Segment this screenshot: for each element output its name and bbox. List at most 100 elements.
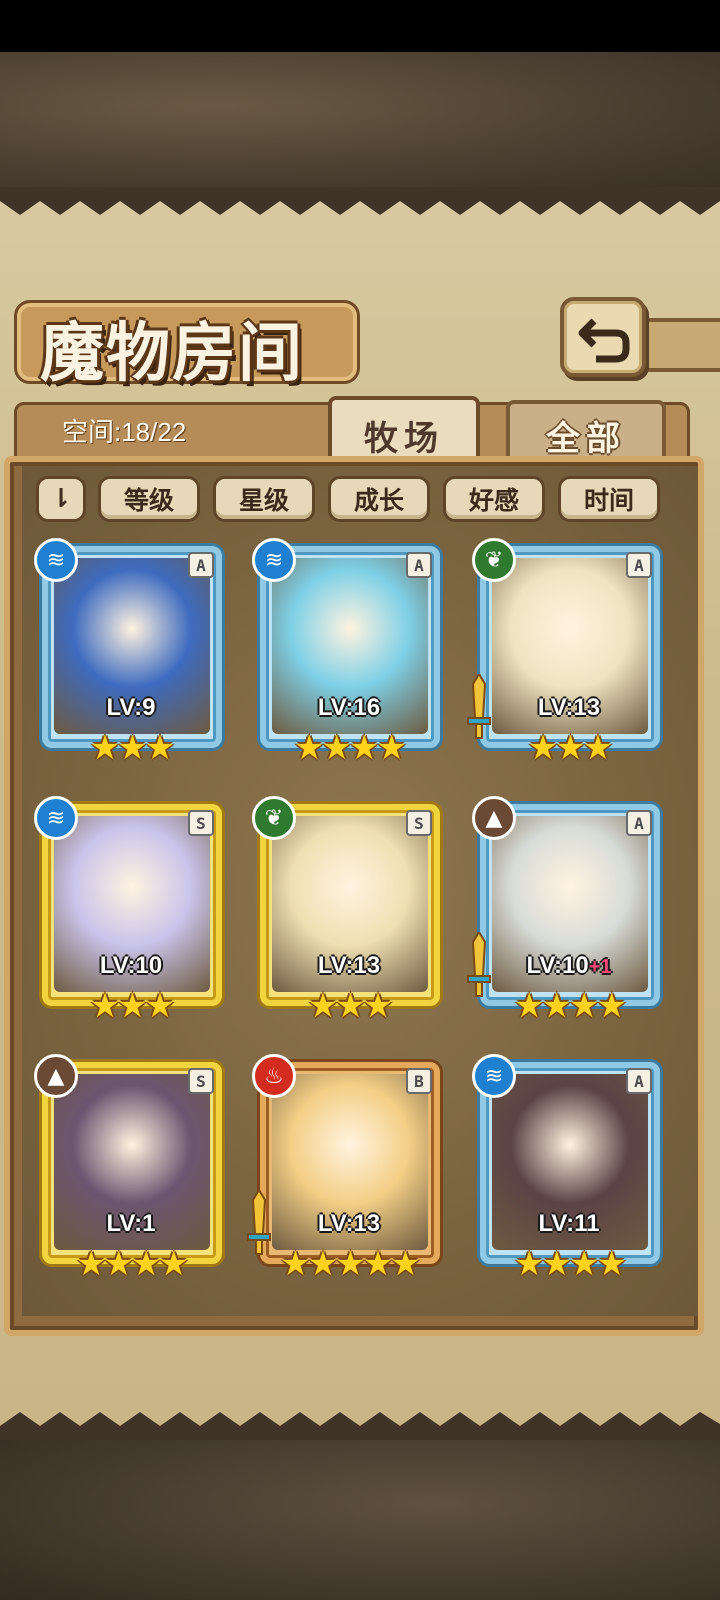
torn-edge-bottom — [0, 1412, 720, 1442]
monster-card[interactable]: ▲ S LV:1 ★★★★ — [34, 1054, 228, 1290]
star-icon: ★ — [514, 986, 545, 1026]
star-icon: ★ — [117, 728, 148, 768]
star-icon: ★ — [390, 1244, 421, 1284]
monster-level: LV:10+1 — [472, 952, 666, 980]
star-icon: ★ — [335, 986, 366, 1026]
monster-card[interactable]: ≋ A LV:16 ★★★★ — [252, 538, 446, 774]
star-icon: ★ — [103, 1244, 135, 1284]
level-text: LV:13 — [537, 694, 601, 721]
monster-level: LV:9 — [34, 694, 228, 722]
level-text: LV:16 — [317, 694, 381, 721]
status-bar — [0, 0, 720, 52]
monster-card[interactable]: ❦ A LV:13 ★★★ — [467, 538, 666, 774]
star-rating: ★★★ — [34, 728, 228, 768]
level-bonus: +1 — [588, 956, 612, 978]
level-text: LV:11 — [538, 1210, 600, 1237]
sort-growth-button[interactable]: 成长 — [328, 476, 430, 522]
star-icon: ★ — [131, 1244, 162, 1284]
monster-card[interactable]: ≋ S LV:10 ★★★ — [34, 796, 228, 1032]
sort-order-toggle[interactable]: ⇂ — [36, 476, 86, 522]
star-icon: ★ — [294, 728, 325, 768]
star-icon: ★ — [569, 1244, 600, 1284]
mountain-icon: ▲ — [34, 1054, 78, 1098]
background-map-top — [0, 52, 720, 187]
leaf-icon: ❦ — [472, 538, 516, 582]
water-icon: ≋ — [34, 796, 78, 840]
star-icon: ★ — [362, 1244, 394, 1284]
background-map-bottom — [0, 1440, 720, 1600]
star-icon: ★ — [335, 1244, 366, 1284]
star-icon: ★ — [555, 728, 586, 768]
level-text: LV:9 — [106, 694, 156, 721]
star-icon: ★ — [541, 1244, 573, 1284]
flame-icon: ♨ — [252, 1054, 296, 1098]
star-icon: ★ — [376, 728, 407, 768]
star-icon: ★ — [527, 728, 559, 768]
star-icon: ★ — [541, 986, 573, 1026]
star-rating: ★★★ — [252, 986, 446, 1026]
sort-level-button[interactable]: 等级 — [98, 476, 200, 522]
sort-time-button[interactable]: 时间 — [558, 476, 660, 522]
back-button[interactable] — [560, 297, 646, 377]
star-icon: ★ — [596, 1244, 627, 1284]
star-icon: ★ — [144, 986, 176, 1026]
rank-badge: S — [188, 810, 214, 836]
level-text: LV:10 — [526, 952, 589, 979]
star-icon: ★ — [76, 1244, 107, 1284]
page-title: 魔物房间 — [40, 316, 304, 391]
monster-card[interactable]: ▲ A LV:10+1 ★★★★ — [467, 796, 666, 1032]
back-button-rail — [642, 318, 720, 372]
level-text: LV:10 — [99, 952, 163, 979]
level-text: LV:1 — [106, 1210, 156, 1237]
level-text: LV:13 — [317, 1210, 381, 1237]
star-rating: ★★★★ — [252, 728, 446, 768]
star-rating: ★★★★ — [472, 1244, 666, 1284]
monster-level: LV:11 — [472, 1210, 666, 1238]
star-rating: ★★★ — [34, 986, 228, 1026]
star-icon: ★ — [89, 986, 121, 1026]
rank-badge: A — [188, 552, 214, 578]
star-icon: ★ — [158, 1244, 189, 1284]
monster-card[interactable]: ≋ A LV:9 ★★★ — [34, 538, 228, 774]
mountain-icon: ▲ — [472, 796, 516, 840]
star-icon: ★ — [144, 728, 176, 768]
star-rating: ★★★ — [472, 728, 666, 768]
torn-edge-top — [0, 187, 720, 215]
monster-card[interactable]: ≋ A LV:11 ★★★★ — [472, 1054, 666, 1290]
monster-card[interactable]: ❦ S LV:13 ★★★ — [252, 796, 446, 1032]
star-icon: ★ — [362, 986, 394, 1026]
star-icon: ★ — [307, 986, 339, 1026]
monster-card[interactable]: ♨ B LV:13 ★★★★★ — [247, 1054, 446, 1290]
star-icon: ★ — [307, 1244, 339, 1284]
star-icon: ★ — [349, 728, 380, 768]
rank-badge: A — [626, 810, 652, 836]
monster-level: LV:13 — [252, 952, 446, 980]
star-rating: ★★★★ — [34, 1244, 228, 1284]
monster-level: LV:13 — [472, 694, 666, 722]
star-icon: ★ — [321, 728, 353, 768]
star-icon: ★ — [596, 986, 627, 1026]
rank-badge: A — [406, 552, 432, 578]
rank-badge: B — [406, 1068, 432, 1094]
rank-badge: A — [626, 552, 652, 578]
rank-badge: A — [626, 1068, 652, 1094]
water-icon: ≋ — [472, 1054, 516, 1098]
leaf-icon: ❦ — [252, 796, 296, 840]
monster-level: LV:1 — [34, 1210, 228, 1238]
monster-level: LV:10 — [34, 952, 228, 980]
space-capacity: 空间:18/22 — [62, 417, 187, 447]
water-icon: ≋ — [252, 538, 296, 582]
rank-badge: S — [188, 1068, 214, 1094]
star-icon: ★ — [117, 986, 148, 1026]
level-text: LV:13 — [317, 952, 381, 979]
return-arrow-icon — [578, 318, 630, 363]
star-rating: ★★★★★ — [252, 1244, 446, 1284]
star-icon: ★ — [89, 728, 121, 768]
star-icon: ★ — [582, 728, 614, 768]
star-icon: ★ — [280, 1244, 311, 1284]
sort-affinity-button[interactable]: 好感 — [443, 476, 545, 522]
monster-level: LV:16 — [252, 694, 446, 722]
rank-badge: S — [406, 810, 432, 836]
sort-stars-button[interactable]: 星级 — [213, 476, 315, 522]
star-icon: ★ — [569, 986, 600, 1026]
